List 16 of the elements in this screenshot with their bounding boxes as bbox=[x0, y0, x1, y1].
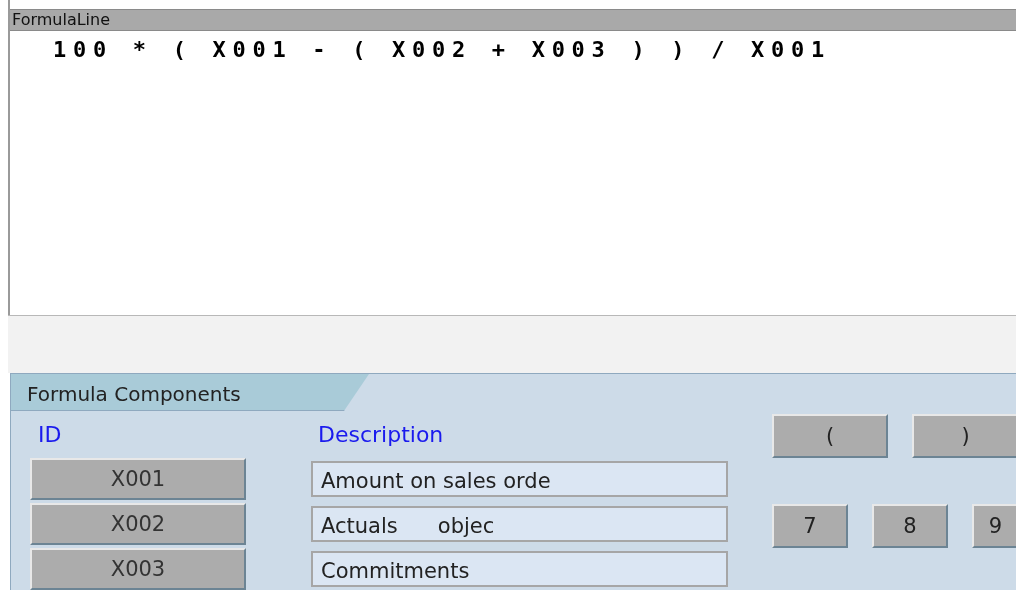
description-field[interactable]: Amount on sales orde bbox=[311, 461, 728, 497]
digit-button[interactable]: 9 bbox=[972, 504, 1016, 548]
description-field[interactable]: Actuals objec bbox=[311, 506, 728, 542]
column-header: ID bbox=[38, 422, 63, 449]
section-title: Formula Components bbox=[11, 374, 369, 411]
description-field[interactable]: Commitments bbox=[311, 551, 728, 587]
digit-button[interactable]: 8 bbox=[872, 504, 948, 548]
operator-button[interactable]: ) bbox=[912, 414, 1016, 458]
component-id-button[interactable]: X001 bbox=[30, 458, 246, 500]
component-id-button[interactable]: X003 bbox=[30, 548, 246, 590]
formula-line-title: FormulaLine bbox=[10, 9, 1016, 31]
digit-button[interactable]: 7 bbox=[772, 504, 848, 548]
column-header: Description bbox=[318, 422, 444, 449]
formula-text: 100 * ( X001 - ( X002 + X003 ) ) / X001 bbox=[53, 37, 831, 62]
operator-button[interactable]: ( bbox=[772, 414, 888, 458]
component-id-button[interactable]: X002 bbox=[30, 503, 246, 545]
